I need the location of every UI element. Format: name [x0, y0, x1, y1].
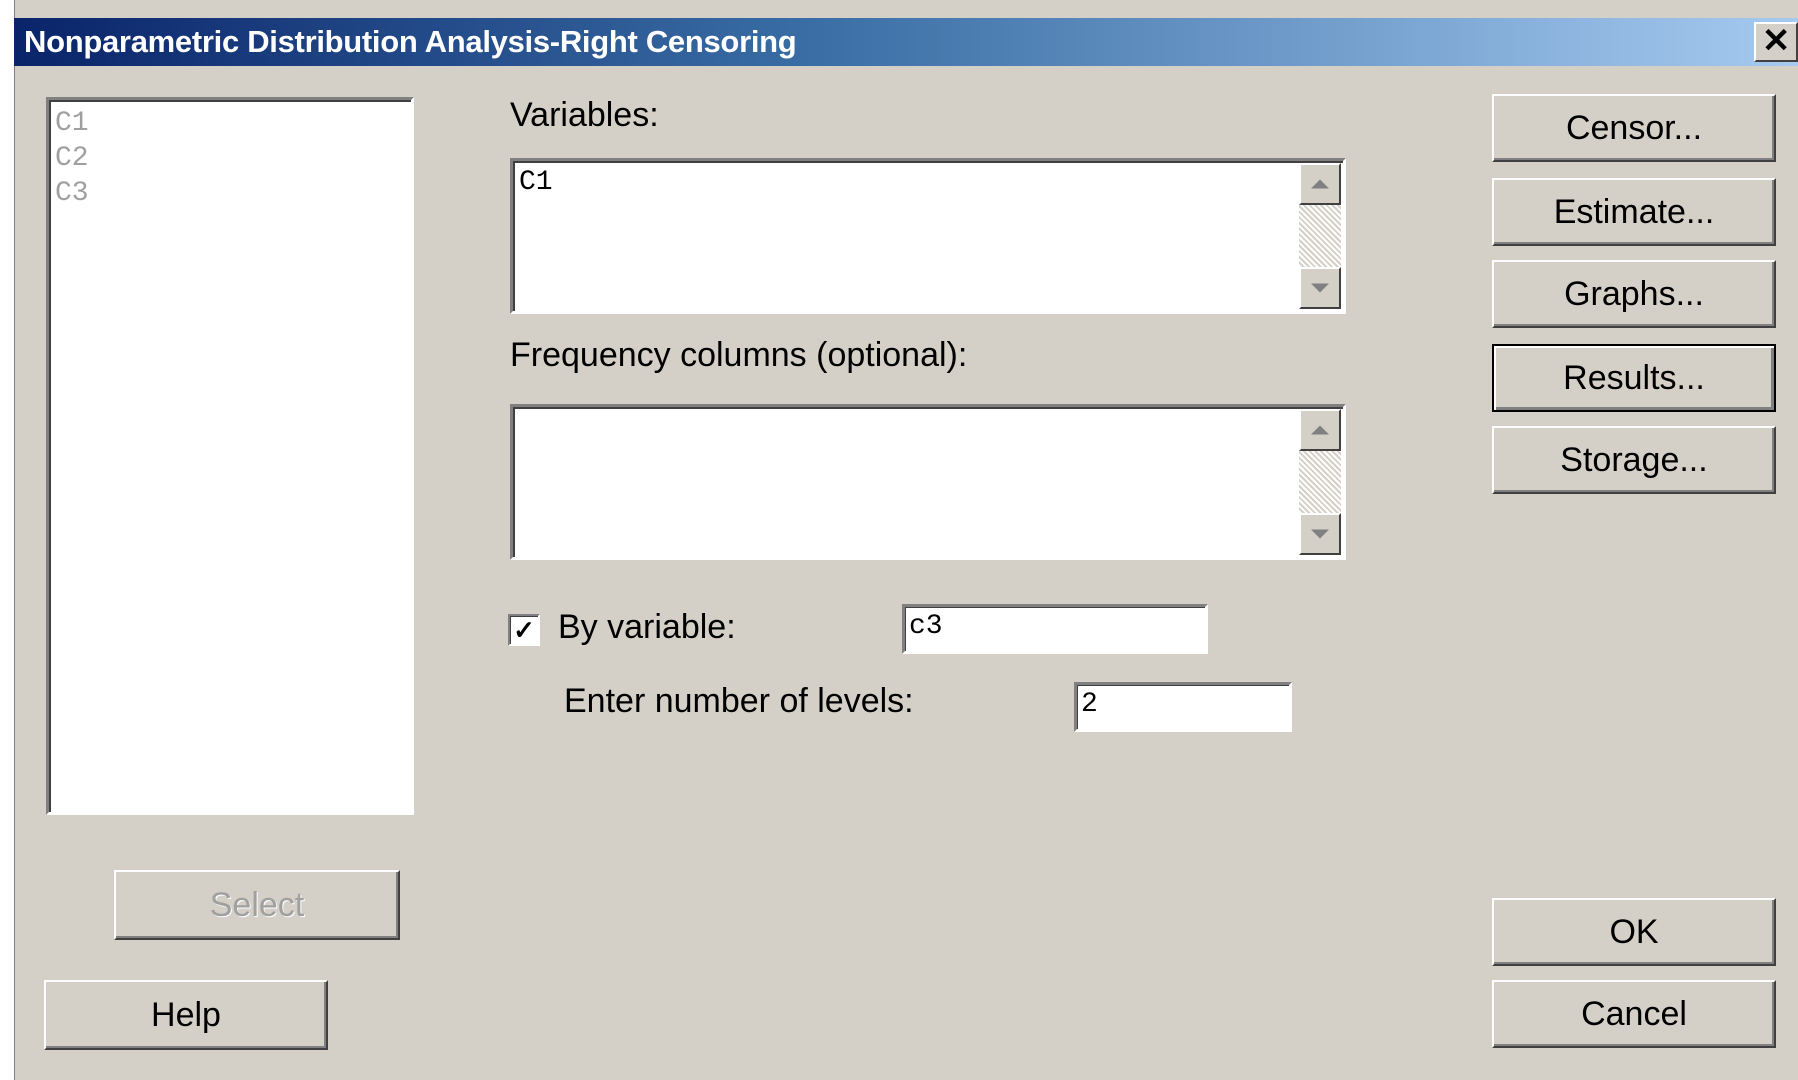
arrow-up-icon — [1311, 179, 1329, 189]
ok-button[interactable]: OK — [1492, 898, 1776, 966]
arrow-up-icon — [1311, 425, 1329, 435]
results-button[interactable]: Results... — [1492, 344, 1776, 412]
column-listbox[interactable]: C1 C2 C3 — [46, 97, 414, 815]
levels-input[interactable]: 2 — [1074, 682, 1292, 732]
variables-value: C1 — [519, 167, 553, 198]
arrow-down-icon — [1311, 283, 1329, 293]
variables-label: Variables: — [510, 96, 659, 134]
list-item[interactable]: C1 — [55, 106, 405, 141]
scroll-up-button[interactable] — [1299, 409, 1341, 451]
frequency-scrollbar[interactable] — [1299, 409, 1341, 555]
select-button[interactable]: Select — [114, 870, 400, 940]
storage-button[interactable]: Storage... — [1492, 426, 1776, 494]
frequency-label: Frequency columns (optional): — [510, 336, 968, 374]
scroll-down-button[interactable] — [1299, 267, 1341, 309]
by-variable-checkbox[interactable]: ✓ — [508, 614, 540, 646]
variables-field[interactable]: C1 — [510, 158, 1346, 314]
estimate-button[interactable]: Estimate... — [1492, 178, 1776, 246]
by-variable-label: By variable: — [558, 608, 736, 646]
list-item[interactable]: C3 — [55, 176, 405, 211]
arrow-down-icon — [1311, 529, 1329, 539]
by-variable-input[interactable]: c3 — [902, 604, 1208, 654]
graphs-button[interactable]: Graphs... — [1492, 260, 1776, 328]
checkmark-icon: ✓ — [513, 615, 535, 645]
close-icon: ✕ — [1761, 22, 1791, 60]
close-button[interactable]: ✕ — [1754, 22, 1798, 62]
cancel-button[interactable]: Cancel — [1492, 980, 1776, 1048]
list-item[interactable]: C2 — [55, 141, 405, 176]
scroll-up-button[interactable] — [1299, 163, 1341, 205]
variables-scrollbar[interactable] — [1299, 163, 1341, 309]
frequency-field[interactable] — [510, 404, 1346, 560]
background-window-edge — [0, 0, 15, 1080]
dialog-window: Nonparametric Distribution Analysis-Righ… — [0, 0, 1798, 1080]
dialog-title: Nonparametric Distribution Analysis-Righ… — [24, 24, 797, 59]
scroll-down-button[interactable] — [1299, 513, 1341, 555]
levels-label: Enter number of levels: — [564, 682, 914, 720]
censor-button[interactable]: Censor... — [1492, 94, 1776, 162]
help-button[interactable]: Help — [44, 980, 328, 1050]
title-bar[interactable]: Nonparametric Distribution Analysis-Righ… — [14, 18, 1798, 66]
